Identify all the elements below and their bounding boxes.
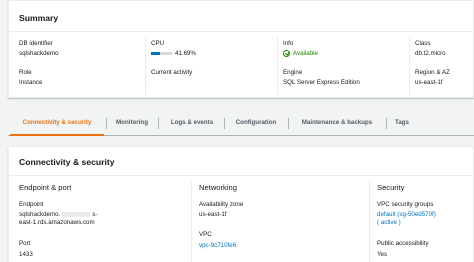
cpu-progress-fill [151, 51, 160, 55]
tab-maintenance-backups[interactable]: Maintenance & backups [290, 110, 384, 136]
tab-bar: Connectivity & security Monitoring Logs … [8, 110, 474, 136]
endpoint-value-line2[interactable]: east-1.rds.amazonaws.com [19, 219, 95, 227]
current-activity-label: Current activity [151, 69, 193, 76]
engine-label: Engine [283, 69, 303, 76]
tab-divider [288, 118, 289, 129]
security-groups-label: VPC security groups [377, 201, 434, 208]
class-label: Class [415, 40, 431, 47]
db-identifier-value: sqlshackdemo [19, 50, 59, 57]
security-group-link[interactable]: default (sg-50ed570f) [377, 211, 436, 219]
tab-divider [386, 118, 387, 129]
cpu-meter: 41.69% [151, 50, 196, 58]
redacted-region [62, 211, 91, 217]
tab-monitoring[interactable]: Monitoring [108, 110, 156, 136]
info-status: Available [283, 50, 318, 58]
availability-zone-label: Availability zone [199, 201, 244, 208]
cpu-label: CPU [151, 40, 165, 47]
endpoint-port-heading: Endpoint & port [19, 183, 72, 192]
availability-zone-value: us-east-1f [199, 211, 227, 218]
tab-configuration[interactable]: Configuration [226, 110, 286, 136]
region-label: Region & AZ [415, 69, 450, 76]
column-divider [277, 37, 278, 95]
connectivity-title: Connectivity & security [19, 157, 115, 167]
endpoint-value-line1[interactable]: sqlshackdemo. s- [19, 211, 97, 219]
connectivity-panel: Connectivity & security Endpoint & port … [8, 146, 474, 262]
vpc-label: VPC [199, 231, 212, 238]
networking-heading: Networking [199, 183, 237, 192]
info-label: Info [283, 40, 294, 47]
cpu-value: 41.69% [175, 50, 196, 57]
column-divider [409, 37, 410, 95]
endpoint-suffix: s- [92, 211, 98, 218]
role-label: Role [19, 69, 32, 76]
column-divider [369, 181, 370, 262]
tab-divider [158, 118, 159, 129]
security-group-status[interactable]: ( active ) [377, 219, 401, 227]
column-divider [191, 181, 192, 262]
db-identifier-label: DB identifier [19, 40, 53, 47]
summary-header-divider [9, 31, 473, 32]
role-value: Instance [19, 79, 43, 86]
port-value: 1433 [19, 251, 33, 258]
summary-title: Summary [19, 13, 59, 23]
endpoint-prefix: sqlshackdemo. [19, 211, 61, 218]
tab-divider [106, 118, 107, 129]
engine-value: SQL Server Express Edition [283, 79, 360, 86]
check-circle-icon [283, 50, 290, 57]
class-value: db.t2.micro [415, 50, 446, 57]
security-heading: Security [377, 183, 405, 192]
region-value: us-east-1f [415, 79, 443, 86]
vpc-link[interactable]: vpc-9c710fe6 [199, 242, 236, 250]
tab-logs-events[interactable]: Logs & events [160, 110, 224, 136]
tab-divider [224, 118, 225, 129]
endpoint-label: Endpoint [19, 201, 44, 208]
tab-connectivity-security[interactable]: Connectivity & security [10, 110, 104, 136]
info-value: Available [293, 50, 318, 58]
tab-tags[interactable]: Tags [388, 110, 416, 136]
cpu-progress-bar [151, 51, 172, 55]
public-accessibility-label: Public accessibility [377, 240, 429, 247]
connectivity-header-divider [9, 175, 473, 176]
public-accessibility-value: Yes [377, 251, 388, 258]
column-divider [145, 37, 146, 95]
summary-panel: Summary DB identifier sqlshackdemo Role … [8, 0, 474, 98]
port-label: Port [19, 240, 31, 247]
